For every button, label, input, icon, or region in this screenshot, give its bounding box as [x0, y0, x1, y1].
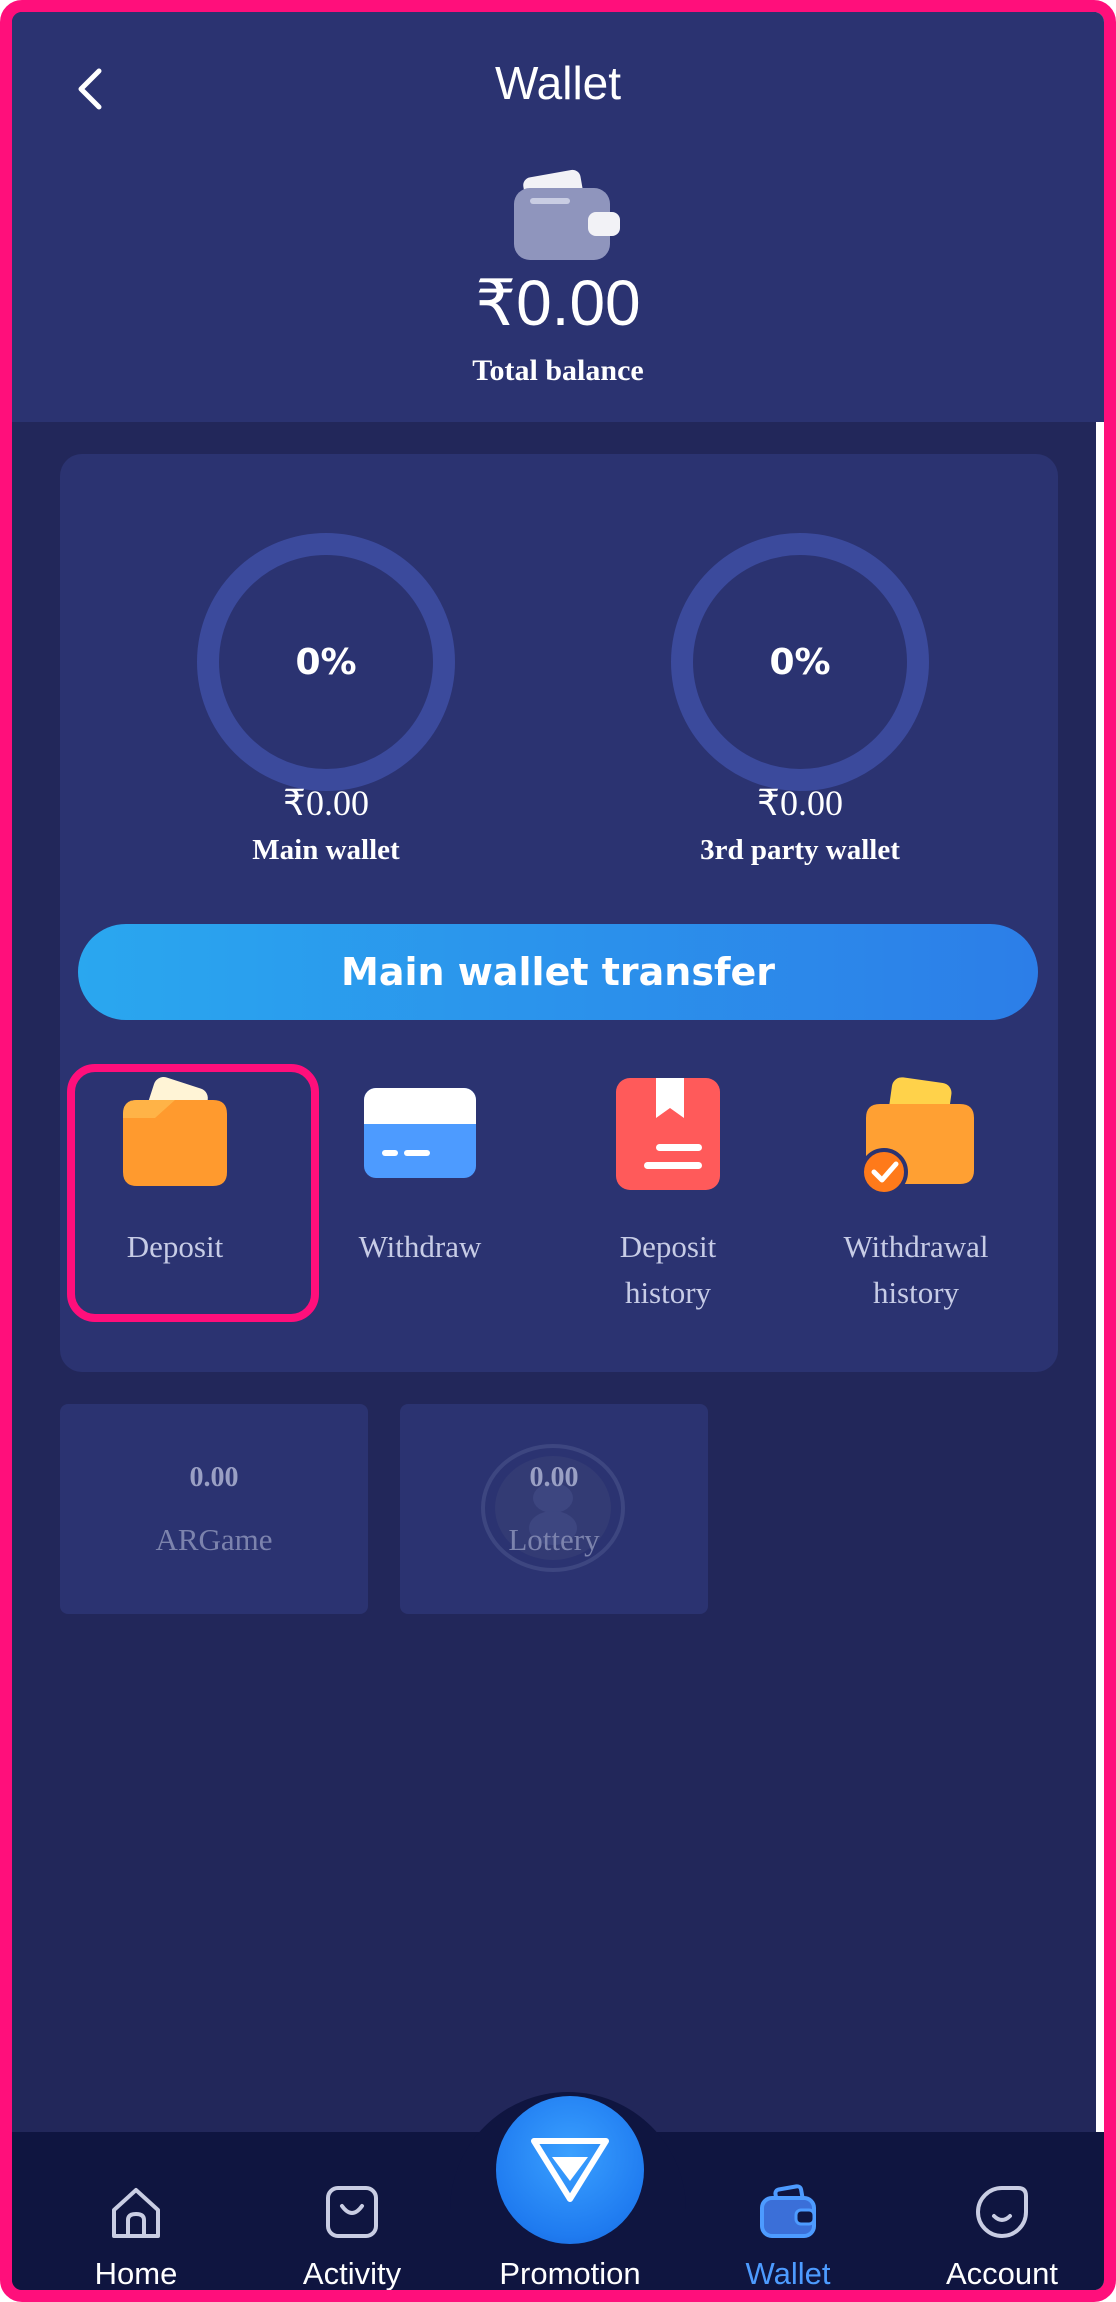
account-icon — [976, 2186, 1028, 2238]
home-icon — [112, 2188, 160, 2238]
total-balance-amount: ₹0.00 — [475, 267, 641, 339]
wallet-icon — [760, 2184, 816, 2238]
nav-account[interactable]: Account — [902, 2132, 1102, 2291]
total-balance-label: Total balance — [472, 354, 644, 387]
main-wallet-label: Main wallet — [252, 834, 400, 866]
nav-home-label: Home — [94, 2256, 178, 2291]
deposit-history-button[interactable]: Deposit history — [548, 1074, 788, 1334]
wallet-card: 0% ₹0.00 Main wallet 0% ₹0.00 3rd party … — [60, 454, 1058, 1372]
deposit-button[interactable]: Deposit — [55, 1074, 295, 1334]
deposit-history-label: Deposit history — [619, 1229, 717, 1310]
nav-account-label: Account — [945, 2256, 1058, 2291]
wallet-check-icon — [860, 1077, 974, 1194]
third-party-wallet-ring: 0% — [670, 532, 930, 792]
nav-activity[interactable]: Activity — [252, 2132, 452, 2291]
card-icon — [364, 1088, 476, 1178]
main-wallet-amount: ₹0.00 — [283, 783, 369, 823]
main-wallet-percent: 0% — [295, 641, 357, 683]
nav-wallet-label: Wallet — [745, 2256, 831, 2291]
shopping-bag-icon — [326, 2186, 378, 2238]
lottery-tile[interactable]: 0.00 Lottery — [400, 1404, 708, 1614]
nav-home[interactable]: Home — [36, 2132, 236, 2291]
diamond-icon — [531, 2138, 609, 2202]
argame-value: 0.00 — [189, 1462, 239, 1493]
lottery-value: 0.00 — [529, 1462, 579, 1493]
main-wallet-ring: 0% — [196, 532, 456, 792]
third-party-wallet-percent: 0% — [769, 641, 831, 683]
app-frame: Wallet ₹0.00 Total balance 0% ₹0.00 Main… — [0, 0, 1116, 2302]
nav-activity-label: Activity — [302, 2256, 402, 2291]
third-party-wallet-amount: ₹0.00 — [757, 783, 843, 823]
deposit-wallet-icon — [123, 1077, 227, 1186]
lottery-name: Lottery — [508, 1522, 600, 1557]
main-wallet-transfer-button[interactable]: Main wallet transfer — [78, 924, 1038, 1020]
deposit-label: Deposit — [126, 1229, 224, 1264]
wallet-header: Wallet ₹0.00 Total balance — [12, 12, 1104, 422]
nav-wallet[interactable]: Wallet — [688, 2132, 888, 2291]
argame-name: ARGame — [155, 1522, 273, 1557]
bookmark-document-icon — [616, 1078, 720, 1190]
withdraw-label: Withdraw — [358, 1229, 482, 1264]
wallet-icon — [514, 169, 620, 260]
page-title: Wallet — [494, 57, 622, 109]
third-party-wallet-label: 3rd party wallet — [700, 834, 900, 866]
promotion-button[interactable] — [496, 2096, 644, 2244]
withdraw-button[interactable]: Withdraw — [300, 1074, 540, 1334]
argame-tile[interactable]: 0.00 ARGame — [60, 1404, 368, 1614]
withdrawal-history-label: Withdrawal history — [843, 1229, 989, 1310]
withdrawal-history-button[interactable]: Withdrawal history — [796, 1074, 1036, 1334]
nav-promotion-label: Promotion — [499, 2256, 641, 2291]
